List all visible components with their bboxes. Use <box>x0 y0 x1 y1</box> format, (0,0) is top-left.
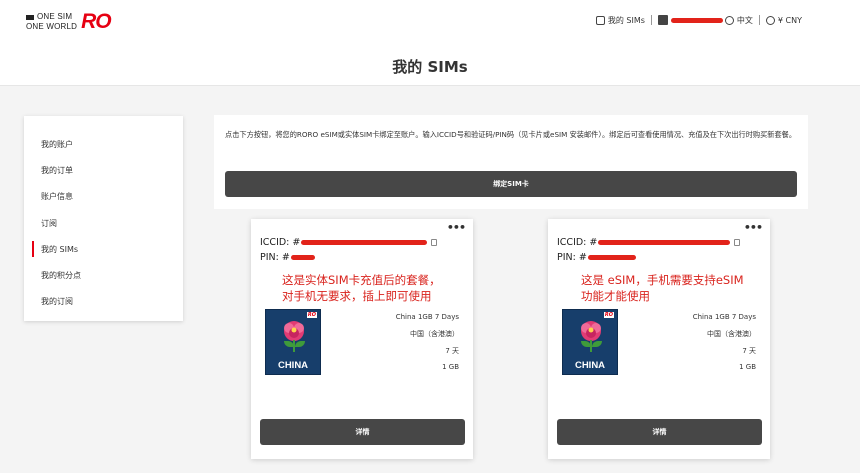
site-logo[interactable]: ONE SIM ONE WORLD RO <box>26 10 112 33</box>
copy-icon[interactable] <box>431 239 438 246</box>
flag-brand-tag: RO <box>603 312 614 318</box>
redacted-pin <box>290 255 315 260</box>
bind-sim-panel: 点击下方按钮，将您的RORO eSIM或实体SIM卡绑定至账户。输入ICCID号… <box>214 115 808 209</box>
logo-text: ONE SIM ONE WORLD <box>26 12 77 32</box>
annotation-line: 功能才能使用 <box>581 289 650 303</box>
redacted-username <box>670 17 723 23</box>
iccid-row: ICCID: # <box>260 237 438 248</box>
nav-my-sims[interactable]: 我的 SIMs <box>595 15 645 26</box>
iccid-label: ICCID: # <box>557 237 598 248</box>
red-annotation: 这是实体SIM卡充值后的套餐， 对手机无要求，插上即可使用 <box>282 272 441 304</box>
details-button[interactable]: 详情 <box>557 419 762 445</box>
nav-divider <box>758 15 760 25</box>
logo-line2: ONE WORLD <box>26 22 78 31</box>
page-title: 我的 SIMs <box>392 58 468 76</box>
logo-mark: RO <box>81 10 111 33</box>
nav-currency-label: ¥ CNY <box>777 15 802 25</box>
sidebar-item-my-subscriptions[interactable]: 我的订阅 <box>24 289 183 315</box>
plan-data: 1 GB <box>442 363 459 371</box>
sidebar-item-subscribe[interactable]: 订阅 <box>24 211 183 237</box>
sim-card: ••• ICCID: # PIN: # 这是实体SIM卡充值后的套餐， 对手机无… <box>251 219 473 459</box>
stem-shape <box>590 340 592 352</box>
china-plan-image: RO CHINA <box>265 309 321 375</box>
plan-region: 中国（含港澳） <box>707 330 756 338</box>
annotation-line: 对手机无要求，插上即可使用 <box>282 289 432 303</box>
sidebar-item-my-sims[interactable]: 我的 SIMs <box>24 237 183 263</box>
account-sidebar: 我的账户 我的订单 账户信息 订阅 我的 SIMs 我的积分点 我的订阅 <box>24 116 183 321</box>
nav-my-sims-label: 我的 SIMs <box>607 15 645 25</box>
peony-flower-icon <box>284 321 304 341</box>
bind-description: 点击下方按钮，将您的RORO eSIM或实体SIM卡绑定至账户。输入ICCID号… <box>225 130 797 139</box>
details-button[interactable]: 详情 <box>260 419 465 445</box>
china-plan-image: RO CHINA <box>562 309 618 375</box>
leaf-shape <box>295 341 305 347</box>
user-icon <box>657 15 668 25</box>
site-header: ONE SIM ONE WORLD RO 我的 SIMs 中文 ¥ CNY 我的… <box>0 0 860 86</box>
plan-name: China 1GB 7 Days <box>395 313 459 321</box>
flag-brand-tag: RO <box>306 312 317 318</box>
plan-duration: 7 天 <box>742 347 756 355</box>
currency-icon <box>765 15 775 25</box>
leaf-shape <box>592 341 602 347</box>
copy-icon[interactable] <box>734 239 741 246</box>
plan-duration: 7 天 <box>445 347 459 355</box>
flag-country-label: CHINA <box>277 360 309 371</box>
sim-card-icon <box>595 15 605 25</box>
pin-label: PIN: # <box>260 252 290 263</box>
sim-card: ••• ICCID: # PIN: # 这是 eSIM，手机需要支持eSIM 功… <box>548 219 770 459</box>
nav-account[interactable] <box>657 15 723 25</box>
sidebar-item-my-account[interactable]: 我的账户 <box>24 132 183 158</box>
card-menu-button[interactable]: ••• <box>744 221 763 234</box>
plan-name: China 1GB 7 Days <box>692 313 756 321</box>
redacted-iccid <box>598 240 731 245</box>
annotation-line: 这是实体SIM卡充值后的套餐， <box>282 273 441 287</box>
iccid-label: ICCID: # <box>260 237 301 248</box>
red-annotation: 这是 eSIM，手机需要支持eSIM 功能才能使用 <box>581 272 744 304</box>
iccid-row: ICCID: # <box>557 237 741 248</box>
stem-shape <box>293 340 295 352</box>
redacted-pin <box>587 255 636 260</box>
sidebar-item-my-points[interactable]: 我的积分点 <box>24 263 183 289</box>
globe-icon <box>724 15 734 25</box>
annotation-line: 这是 eSIM，手机需要支持eSIM <box>581 273 744 287</box>
bind-sim-button[interactable]: 绑定SIM卡 <box>225 171 797 197</box>
flag-country-label: CHINA <box>574 360 606 371</box>
top-nav: 我的 SIMs 中文 ¥ CNY <box>595 12 802 28</box>
nav-divider <box>650 15 652 25</box>
pin-row: PIN: # <box>260 252 315 263</box>
nav-language[interactable]: 中文 <box>724 15 753 26</box>
sidebar-item-my-orders[interactable]: 我的订单 <box>24 158 183 184</box>
peony-flower-icon <box>581 321 601 341</box>
pin-row: PIN: # <box>557 252 636 263</box>
logo-sim-icon <box>26 14 34 20</box>
nav-language-label: 中文 <box>736 15 753 25</box>
sidebar-item-account-info[interactable]: 账户信息 <box>24 184 183 210</box>
logo-line1: ONE SIM <box>37 12 73 21</box>
plan-region: 中国（含港澳） <box>410 330 459 338</box>
plan-data: 1 GB <box>739 363 756 371</box>
pin-label: PIN: # <box>557 252 587 263</box>
nav-currency[interactable]: ¥ CNY <box>765 15 802 25</box>
card-menu-button[interactable]: ••• <box>447 221 466 234</box>
redacted-iccid <box>301 240 428 245</box>
